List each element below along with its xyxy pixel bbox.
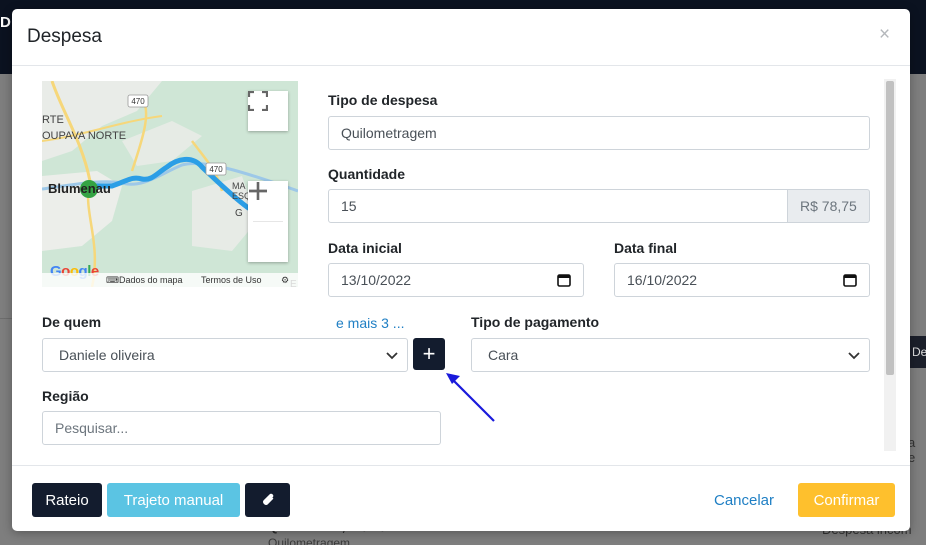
cancelar-button[interactable]: Cancelar <box>702 483 786 517</box>
confirmar-button[interactable]: Confirmar <box>798 483 895 517</box>
despesa-modal: Despesa × 470 470 RTE OUPAVA NORTE Blume… <box>12 9 910 531</box>
data-inicial-value: 13/10/2022 <box>341 272 412 288</box>
tipo-pagamento-value: Cara <box>488 347 519 363</box>
background-side-text: a e <box>908 435 916 465</box>
data-inicial-label: Data inicial <box>328 240 402 256</box>
fullscreen-icon <box>248 91 268 111</box>
de-quem-label: De quem <box>42 314 102 330</box>
data-final-input[interactable]: 16/10/2022 <box>614 263 870 297</box>
mais-pessoas-link[interactable]: e mais 3 ... <box>336 315 404 331</box>
de-quem-value: Daniele oliveira <box>59 347 155 363</box>
map-road-label: 470 <box>209 165 223 174</box>
scrollbar-thumb[interactable] <box>886 81 894 375</box>
close-icon[interactable]: × <box>879 24 890 46</box>
data-inicial-input[interactable]: 13/10/2022 <box>328 263 584 297</box>
de-quem-select[interactable]: Daniele oliveira <box>42 338 408 372</box>
rateio-button[interactable]: Rateio <box>32 483 102 517</box>
map-place-label: MA <box>232 181 246 191</box>
data-final-label: Data final <box>614 240 678 256</box>
trajeto-manual-button[interactable]: Trajeto manual <box>107 483 240 517</box>
zoom-out-button[interactable] <box>248 189 288 262</box>
route-map[interactable]: 470 470 RTE OUPAVA NORTE Blumenau MA ESQ… <box>42 81 298 287</box>
regiao-label: Região <box>42 388 89 404</box>
map-place-label: OUPAVA NORTE <box>42 130 126 142</box>
modal-header: Despesa × <box>12 9 910 66</box>
map-city-label: Blumenau <box>48 181 111 196</box>
map-road-label: 470 <box>131 97 145 106</box>
keyboard-icon[interactable]: ⌨ <box>106 275 119 286</box>
modal-title: Despesa <box>27 26 102 47</box>
zoom-control <box>248 181 288 262</box>
tipo-pagamento-select[interactable]: Cara <box>471 338 870 372</box>
modal-body: 470 470 RTE OUPAVA NORTE Blumenau MA ESQ… <box>12 67 910 465</box>
background-day-sub: Quilometragem <box>268 536 351 545</box>
calendar-icon[interactable] <box>557 273 571 287</box>
map-place-label: G <box>235 208 243 219</box>
background-divider <box>0 318 12 319</box>
attach-button[interactable] <box>245 483 290 517</box>
annotation-arrow <box>446 373 495 422</box>
chevron-down-icon <box>386 352 398 360</box>
map-attribution: ⌨ Dados do mapa Termos de Uso ⚙ <box>42 273 298 287</box>
background-logo: D <box>0 14 11 31</box>
paperclip-icon <box>262 493 273 505</box>
background-despesa-button: Desp <box>910 336 926 368</box>
regiao-search-input[interactable]: Pesquisar... <box>42 411 441 445</box>
fullscreen-button[interactable] <box>248 91 288 131</box>
map-place-label: RTE <box>42 114 64 126</box>
quantidade-label: Quantidade <box>328 166 406 182</box>
terms-link[interactable]: Termos de Uso <box>201 275 262 285</box>
report-icon[interactable]: ⚙ <box>281 275 289 286</box>
tipo-despesa-input[interactable]: Quilometragem <box>328 116 870 150</box>
chevron-down-icon <box>848 352 860 360</box>
add-person-button[interactable]: + <box>413 338 445 370</box>
quantidade-input[interactable]: 15 <box>328 189 788 223</box>
modal-footer: Rateio Trajeto manual Cancelar Confirmar <box>12 465 910 531</box>
minus-icon <box>249 189 267 193</box>
tipo-despesa-label: Tipo de despesa <box>328 92 438 108</box>
calendar-icon[interactable] <box>843 273 857 287</box>
tipo-pagamento-label: Tipo de pagamento <box>471 314 600 330</box>
data-final-value: 16/10/2022 <box>627 272 698 288</box>
map-data-link[interactable]: Dados do mapa <box>119 275 183 285</box>
valor-addon: R$ 78,75 <box>788 189 870 223</box>
